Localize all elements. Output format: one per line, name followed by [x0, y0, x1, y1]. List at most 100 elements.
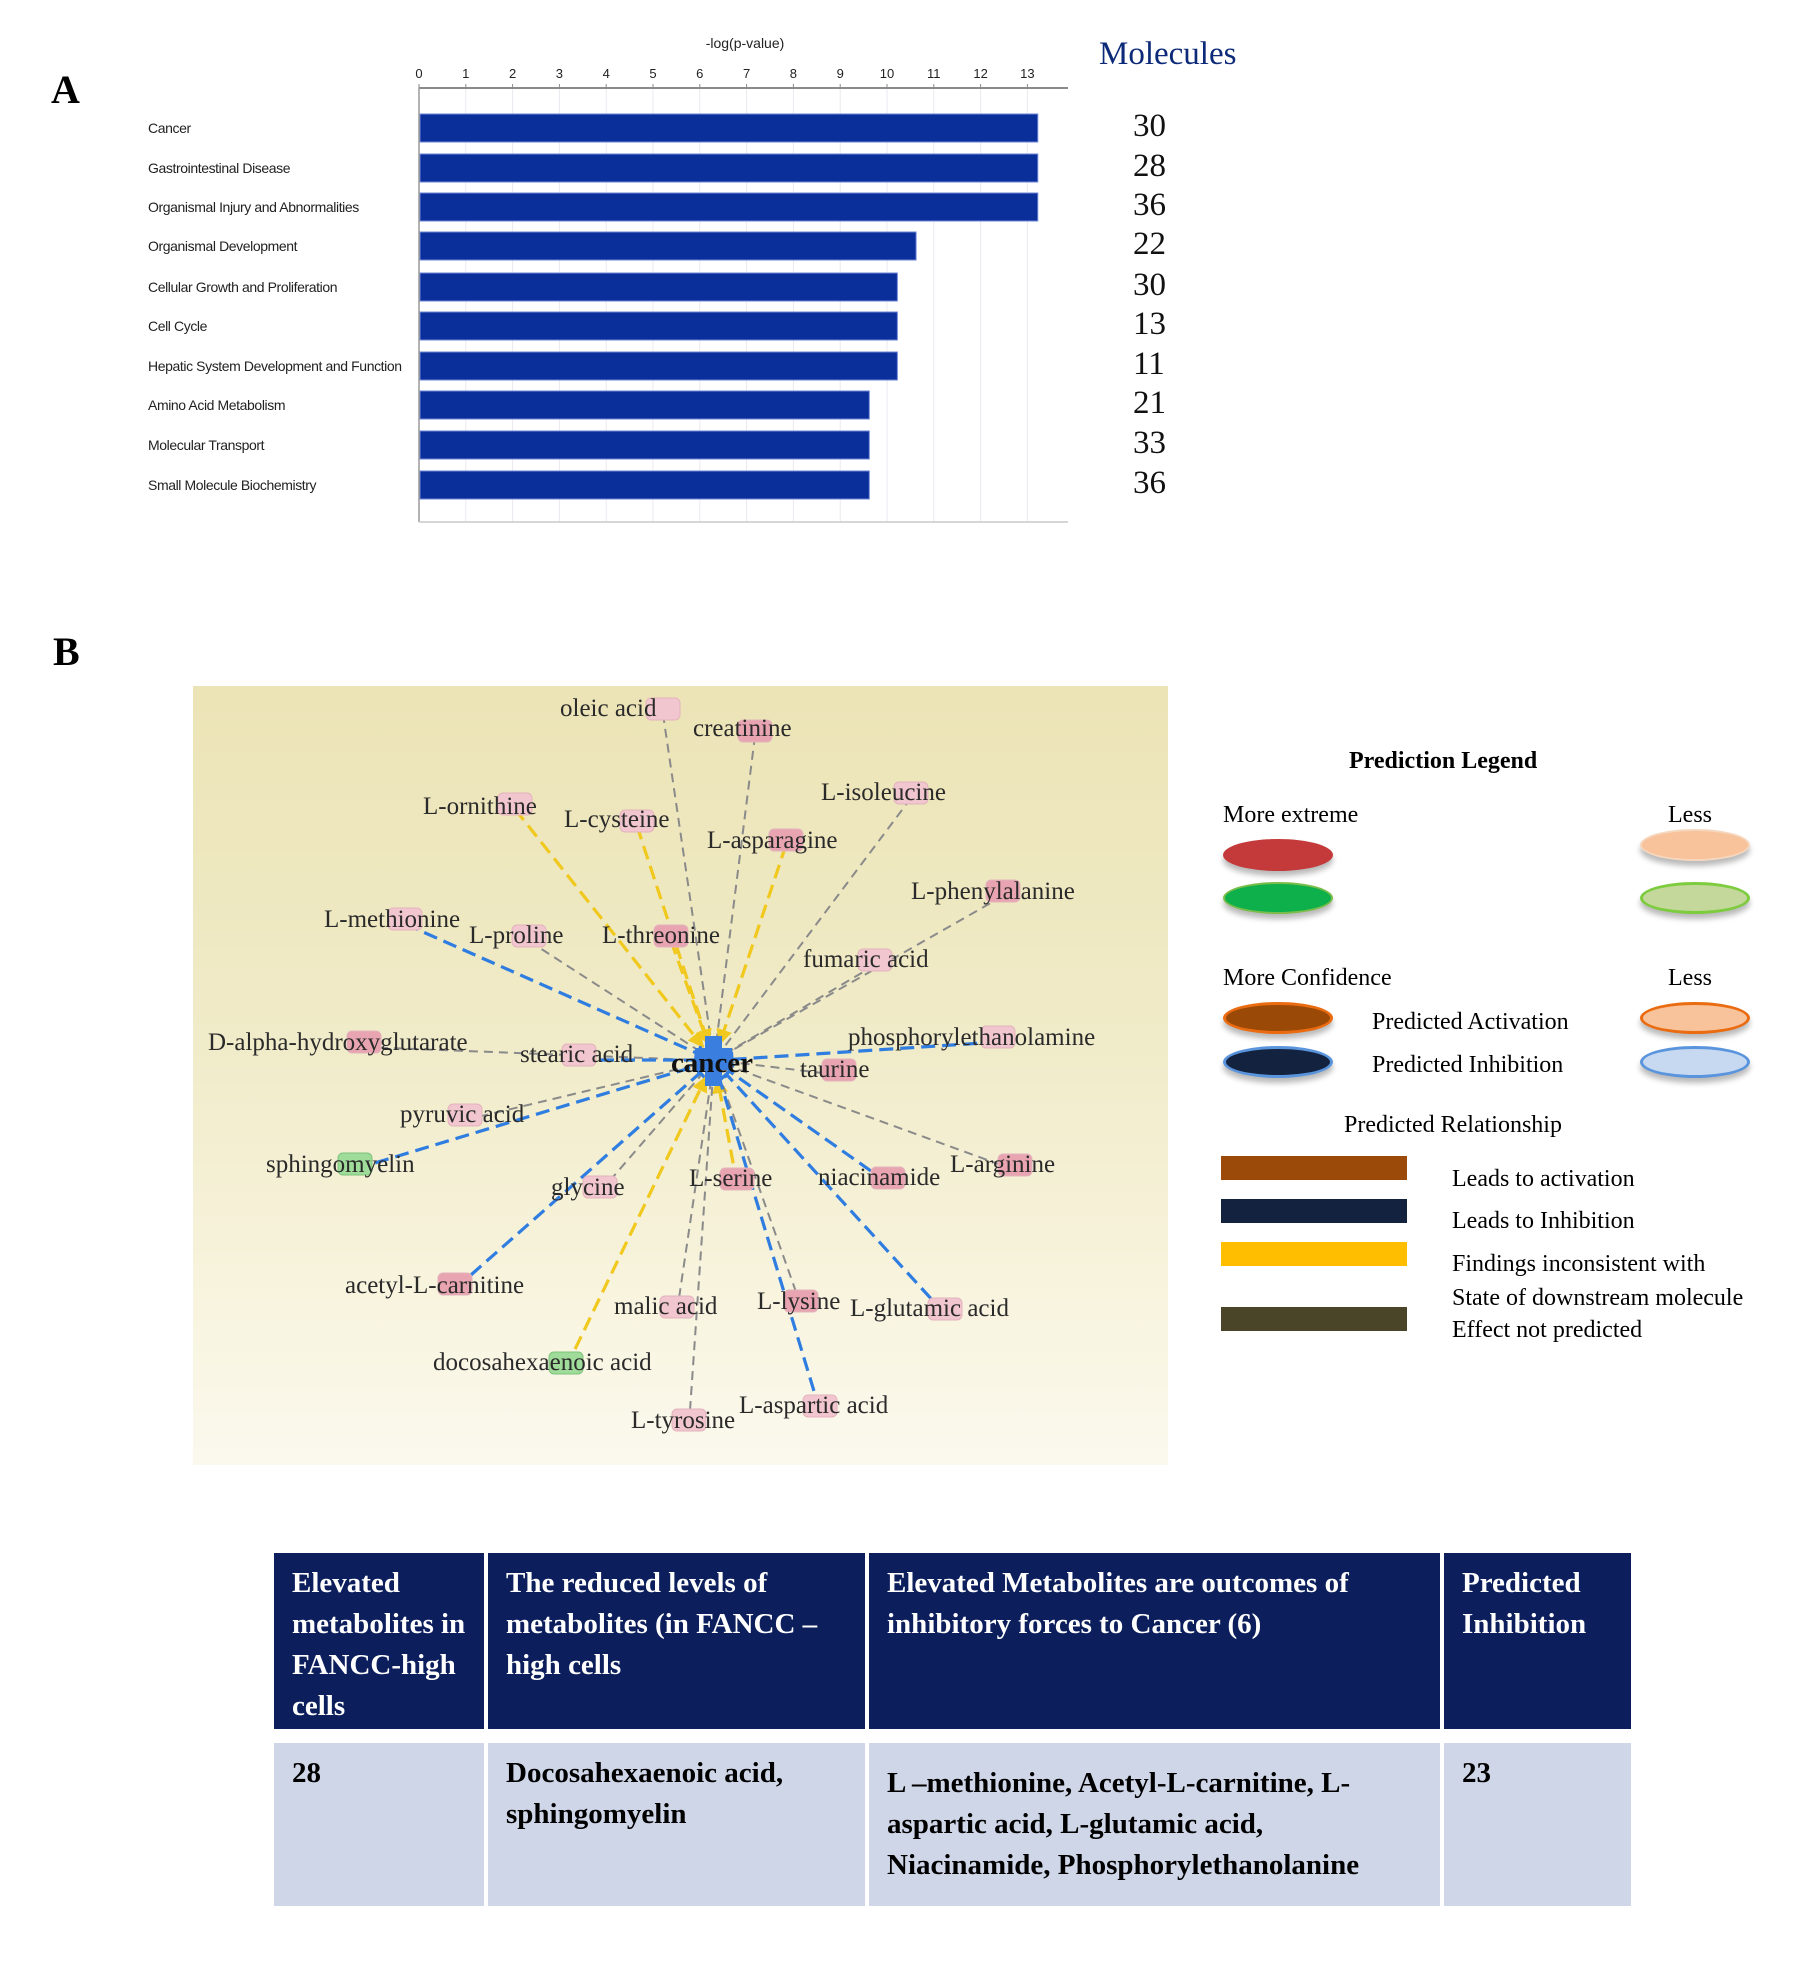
network-node-label: glycine [551, 1174, 625, 1201]
network-edge [676, 1078, 713, 1313]
network-edge [711, 1074, 822, 1412]
x-tick-label: 4 [603, 66, 610, 81]
x-tick-label: 2 [509, 66, 516, 81]
legend-extreme-up-ellipse [1223, 839, 1333, 871]
table-cell-predicted-inhibition: 23 [1444, 1743, 1631, 1906]
legend-activation-swatch [1221, 1156, 1407, 1180]
molecule-count: 22 [1133, 226, 1166, 262]
network-node-label: L-ornithine [423, 793, 537, 820]
network-node-label: L-asparagine [707, 827, 837, 854]
bar [419, 470, 870, 500]
x-tick-label: 5 [649, 66, 656, 81]
x-tick-label: 1 [462, 66, 469, 81]
network-nodes: oleic acid creatinine L-ornithine L-cystein… [208, 695, 1095, 1434]
network-node-label: L-proline [469, 922, 563, 949]
category-label: Organismal Injury and Abnormalities [148, 199, 359, 215]
legend-inhibition-swatch [1221, 1199, 1407, 1223]
network-node-label: docosahexaenoic acid [433, 1349, 652, 1376]
network-diagram: oleic acid creatinine L-ornithine L-cystein… [193, 686, 1168, 1465]
network-node-label: L-threonine [602, 922, 720, 949]
category-label: Amino Acid Metabolism [148, 397, 285, 413]
category-label: Gastrointestinal Disease [148, 160, 291, 176]
network-node-label: oleic acid [560, 695, 657, 722]
molecule-count: 36 [1133, 187, 1166, 223]
bar [419, 311, 898, 341]
network-node-label: L-serine [689, 1165, 772, 1192]
x-tick-label: 11 [927, 66, 941, 81]
category-label: Cancer [148, 120, 191, 136]
table-cell-elevated: 28 [274, 1743, 484, 1906]
network-node-label: L-methionine [324, 906, 460, 933]
bar [419, 272, 898, 302]
molecule-count: 33 [1133, 425, 1166, 461]
table-header-reduced: The reduced levels of metabolites (in FA… [488, 1553, 865, 1729]
table-cell-reduced: Docosahexaenoic acid, sphingomyelin [488, 1743, 865, 1906]
molecules-header: Molecules [1099, 36, 1237, 72]
legend-less-extreme: Less [1668, 802, 1712, 828]
network-node-label: L-aspartic acid [739, 1392, 889, 1419]
legend-conf-inhibition-ellipse [1223, 1046, 1333, 1078]
network-node-label: taurine [800, 1056, 869, 1083]
x-tick-label: 9 [837, 66, 844, 81]
network-node-label: D-alpha-hydroxyglutarate [208, 1029, 468, 1056]
molecule-count: 30 [1133, 267, 1166, 303]
legend-predicted-inhibition: Predicted Inhibition [1372, 1052, 1564, 1078]
legend-less-confidence: Less [1668, 965, 1712, 991]
bar [419, 430, 870, 460]
network-edge [564, 1075, 708, 1369]
x-tick-label: 0 [415, 66, 422, 81]
bar-chart: 0 1 2 3 4 5 6 7 8 9 10 11 12 13 CancerGastrointestina… [148, 35, 1068, 523]
legend-less-up-ellipse [1640, 829, 1750, 861]
network-node-label: L-lysine [757, 1288, 840, 1315]
table-header-elevated: Elevated metabolites in FANCC-high cells [274, 1553, 484, 1729]
legend-predicted-activation: Predicted Activation [1372, 1009, 1569, 1035]
legend-more-confidence: More Confidence [1223, 965, 1392, 991]
panel-b-label: B [53, 629, 80, 674]
network-node-label: sphingomyelin [266, 1151, 415, 1178]
network-edge [688, 1078, 714, 1426]
legend-less-down-ellipse [1640, 882, 1750, 914]
x-tick-label: 3 [556, 66, 563, 81]
legend-extreme-down-ellipse [1223, 882, 1333, 914]
network-node-label: L-phenylalanine [911, 878, 1075, 905]
legend-not-predicted-swatch [1221, 1307, 1407, 1331]
network-node-label: L-cysteine [564, 806, 670, 833]
bar [419, 192, 1039, 222]
molecule-count: 13 [1133, 306, 1166, 342]
x-tick-label: 7 [743, 66, 750, 81]
network-node-label: L-isoleucine [821, 779, 946, 806]
network-node-label: L-arginine [950, 1151, 1055, 1178]
table-cell-inhibitory: L –methionine, Acetyl-L-carnitine, L-asp… [869, 1743, 1440, 1906]
legend-more-extreme: More extreme [1223, 802, 1359, 828]
network-node-label: malic acid [614, 1293, 718, 1320]
network-node-label: fumaric acid [803, 946, 929, 973]
legend-leads-inhibition: Leads to Inhibition [1452, 1208, 1635, 1234]
bar [419, 231, 917, 261]
legend-inconsistent-line1: Findings inconsistent with [1452, 1251, 1706, 1277]
bar [419, 351, 898, 381]
bar [419, 153, 1039, 183]
molecule-count: 11 [1133, 346, 1165, 382]
network-edge [528, 940, 700, 1052]
center-node-label: cancer [671, 1047, 753, 1079]
chart-category-labels: Cancer Gastrointestinal Disease Organismal… [148, 120, 402, 493]
legend-leads-activation: Leads to activation [1452, 1166, 1635, 1192]
network-node-label: phosphorylethanolamine [848, 1024, 1095, 1051]
legend-not-predicted: Effect not predicted [1452, 1317, 1643, 1343]
molecule-count: 28 [1133, 148, 1166, 184]
bar [419, 390, 870, 420]
category-label: Cellular Growth and Proliferation [148, 279, 337, 295]
x-tick-label: 8 [790, 66, 797, 81]
category-label: Molecular Transport [148, 437, 265, 453]
molecule-count: 21 [1133, 385, 1166, 421]
network-node-label: niacinamide [818, 1164, 940, 1191]
legend-inconsistent-line2: State of downstream molecule [1452, 1285, 1744, 1311]
category-label: Hepatic System Development and Function [148, 358, 402, 374]
bar [419, 113, 1039, 143]
network-node-label: pyruvic acid [400, 1101, 525, 1128]
category-label: Small Molecule Biochemistry [148, 477, 317, 493]
x-tick-label: 6 [696, 66, 703, 81]
network-node-label: creatinine [693, 715, 792, 742]
category-label: Cell Cycle [148, 318, 208, 334]
legend-less-activation-ellipse [1640, 1002, 1750, 1034]
